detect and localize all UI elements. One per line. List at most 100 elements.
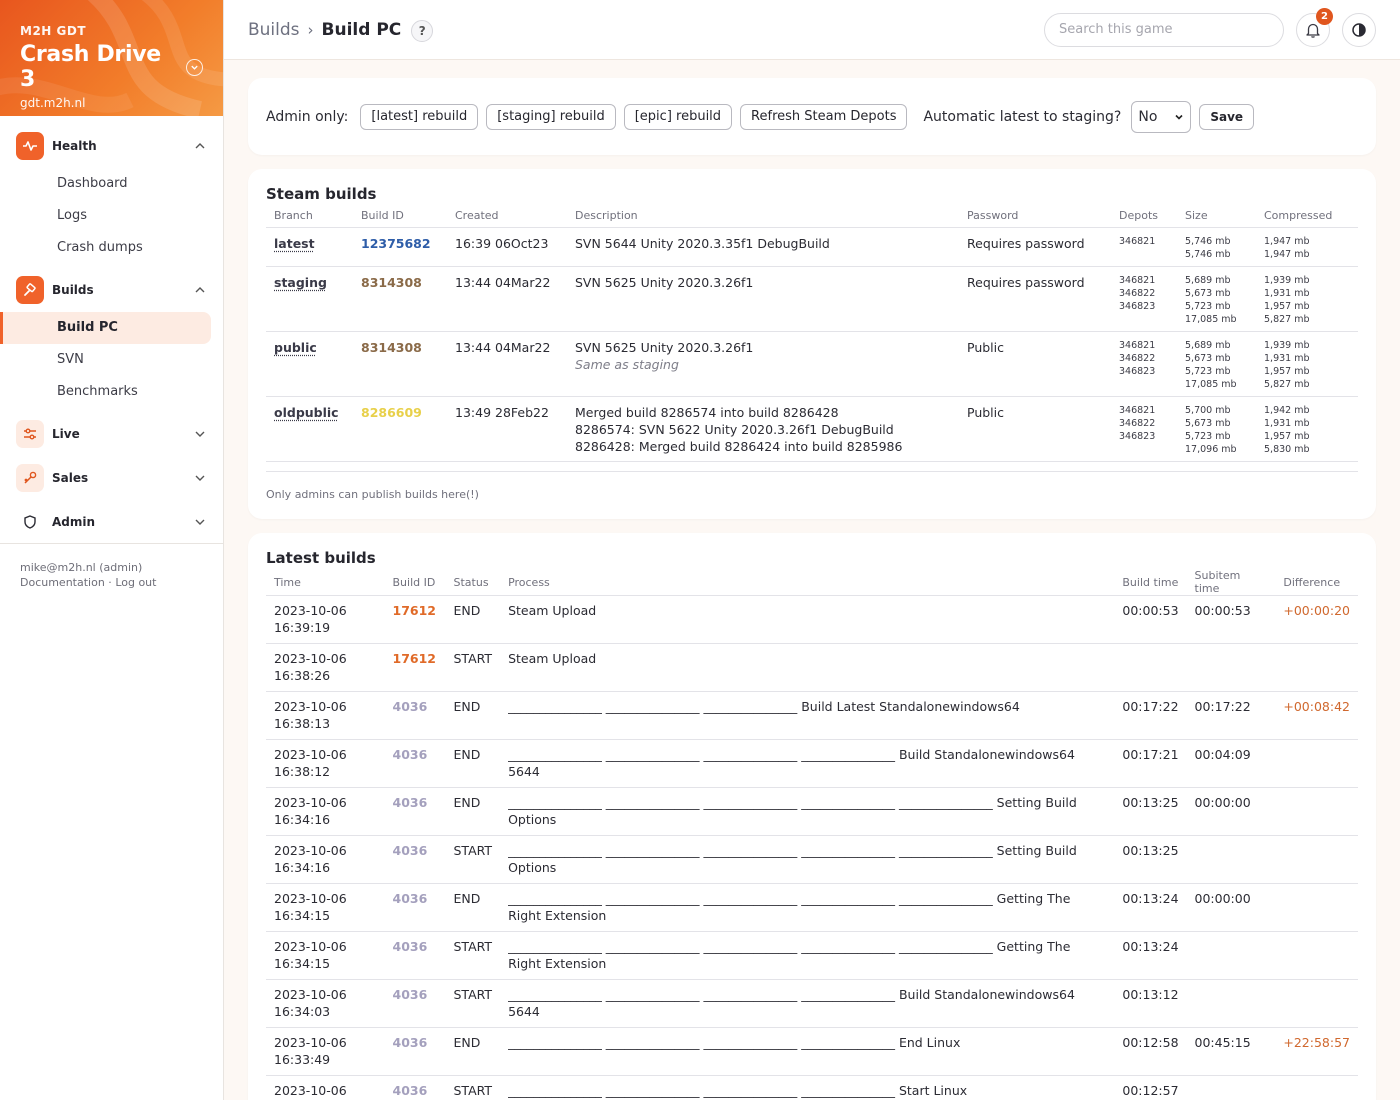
column-header: Password: [959, 205, 1111, 228]
log-time: 16:34:15: [274, 956, 331, 971]
branch-link[interactable]: latest: [274, 236, 315, 251]
time-cell: 2023-10-06 16:34:15: [266, 883, 385, 932]
build-id[interactable]: 17612: [393, 651, 437, 666]
build-id[interactable]: 4036: [393, 747, 428, 762]
steam-builds-title: Steam builds: [266, 185, 377, 203]
depot-id: 346821: [1119, 339, 1156, 351]
process-cell: _______________ _______________ ________…: [500, 883, 1115, 932]
log-date: 2023-10-06: [274, 843, 347, 858]
depot-id: 346821: [1119, 235, 1156, 247]
build-log-row: 2023-10-0616:33:48 4036 START_____________…: [266, 1075, 1358, 1100]
depot-size: 5,700 mb: [1185, 404, 1231, 416]
sidebar-item-dashboard[interactable]: Dashboard: [0, 168, 211, 200]
log-date: 2023-10-06: [274, 891, 347, 906]
difference-cell: +00:08:42: [1275, 691, 1358, 740]
latest-rebuild-button[interactable]: [latest] rebuild: [360, 103, 479, 130]
build-id[interactable]: 4036: [393, 1035, 428, 1050]
subitem-time-cell: [1186, 835, 1276, 884]
process-cell: Steam Upload: [500, 595, 1115, 644]
auto-latest-to-staging-select[interactable]: No: [1131, 100, 1192, 133]
status-cell: START: [445, 979, 501, 1028]
build-id[interactable]: 4036: [393, 891, 428, 906]
build-id-cell: 8314308: [353, 331, 447, 397]
subitem-time-cell: 00:17:22: [1186, 691, 1276, 740]
logout-link[interactable]: Log out: [115, 576, 156, 589]
sidebar-item-crash-dumps[interactable]: Crash dumps: [0, 232, 211, 264]
save-button[interactable]: Save: [1199, 103, 1255, 130]
status-cell: END: [445, 1027, 501, 1076]
build-id[interactable]: 4036: [393, 699, 428, 714]
depot-id: 346823: [1119, 430, 1156, 442]
epic-rebuild-button[interactable]: [epic] rebuild: [623, 103, 733, 130]
branch-link[interactable]: oldpublic: [274, 405, 339, 420]
description-line: 8286428: Merged build 8286424 into build…: [575, 438, 903, 454]
publish-footnote: Only admins can publish builds here(!): [266, 487, 479, 501]
password-cell: Public: [959, 331, 1111, 397]
steam-build-row: staging 8314308 13:44 04Mar22 SVN 5625 Unit…: [266, 266, 1358, 332]
column-header: Subitem time: [1186, 569, 1276, 596]
build-id[interactable]: 4036: [393, 795, 428, 810]
header-actions: 2: [1044, 7, 1376, 47]
shield-icon: [16, 508, 44, 536]
chevron-down-icon: [195, 431, 205, 437]
process-cell: _______________ _______________ ________…: [500, 835, 1115, 884]
difference-cell: [1275, 979, 1358, 1028]
steam-builds-body: latest 12375682 16:39 06Oct23 SVN 5644 Unit…: [266, 227, 1358, 472]
branch-link[interactable]: staging: [274, 275, 327, 290]
nav-group-live[interactable]: Live: [0, 412, 223, 456]
breadcrumb-builds[interactable]: Builds: [248, 20, 300, 40]
table-header-row: Time Build ID Status Process Build time …: [266, 569, 1358, 596]
created-cell: 13:44 04Mar22: [447, 266, 567, 332]
build-log-row: 2023-10-06 16:38:26 17612 START Steam Upload: [266, 643, 1358, 692]
depot-id: 346821: [1119, 274, 1156, 286]
sidebar-item-benchmarks[interactable]: Benchmarks: [0, 376, 211, 408]
nav-group-admin[interactable]: Admin: [0, 500, 223, 544]
depot-size: 17,096 mb: [1185, 443, 1237, 455]
build-id-cell: 12375682: [353, 227, 447, 267]
depot-compressed-size: 1,931 mb: [1264, 417, 1310, 429]
column-header: Time: [266, 569, 385, 596]
documentation-link[interactable]: Documentation: [20, 576, 105, 589]
password-cell: Public: [959, 396, 1111, 462]
build-id[interactable]: 4036: [393, 1083, 428, 1098]
sidebar-item-build-pc[interactable]: Build PC: [0, 312, 211, 344]
process-cell: _______________ _______________ ________…: [500, 1075, 1115, 1100]
notifications-button[interactable]: 2: [1296, 7, 1333, 47]
game-title[interactable]: Crash Drive 3: [20, 42, 178, 92]
sidebar-item-logs[interactable]: Logs: [0, 200, 211, 232]
build-time-cell: 00:00:53: [1114, 595, 1187, 644]
depot-compressed-size: 1,957 mb: [1264, 365, 1310, 377]
build-time-cell: 00:17:21: [1114, 739, 1187, 788]
branch-cell: oldpublic: [266, 396, 353, 462]
admin-actions-card: Admin only: [latest] rebuild [staging] r…: [248, 78, 1376, 155]
build-id-cell: 4036: [384, 979, 446, 1028]
branch-link[interactable]: public: [274, 340, 317, 355]
depot-id: 346822: [1119, 287, 1156, 299]
column-header: Compressed: [1256, 205, 1358, 228]
notification-count-badge: 2: [1316, 7, 1333, 25]
build-id-cell: 4036: [384, 787, 446, 836]
search-input[interactable]: [1044, 12, 1284, 47]
build-id[interactable]: 17612: [393, 603, 437, 618]
created-cell: 13:49 28Feb22: [447, 396, 567, 462]
staging-rebuild-button[interactable]: [staging] rebuild: [486, 103, 616, 130]
depot-compressed-size: 5,827 mb: [1264, 313, 1310, 325]
depots-cell: 346821 346822 346823: [1111, 396, 1177, 462]
sidebar-item-svn[interactable]: SVN: [0, 344, 211, 376]
process-cell: _______________ _______________ ________…: [500, 979, 1115, 1028]
refresh-steam-depots-button[interactable]: Refresh Steam Depots: [740, 103, 908, 130]
game-switcher[interactable]: Crash Drive 3: [20, 42, 203, 92]
nav-group-label: Admin: [52, 515, 96, 529]
time-cell: 2023-10-06 16:34:16: [266, 835, 385, 884]
build-id[interactable]: 4036: [393, 843, 428, 858]
nav-group-health[interactable]: Health: [0, 124, 223, 168]
build-id[interactable]: 4036: [393, 987, 428, 1002]
main-content: Admin only: [latest] rebuild [staging] r…: [248, 78, 1376, 1100]
chevron-down-icon[interactable]: [186, 58, 203, 76]
theme-toggle-button[interactable]: [1342, 12, 1376, 47]
build-id[interactable]: 4036: [393, 939, 428, 954]
difference-cell: [1275, 787, 1358, 836]
nav-group-sales[interactable]: Sales: [0, 456, 223, 500]
help-button[interactable]: ?: [411, 20, 434, 42]
nav-group-builds[interactable]: Builds: [0, 268, 223, 312]
